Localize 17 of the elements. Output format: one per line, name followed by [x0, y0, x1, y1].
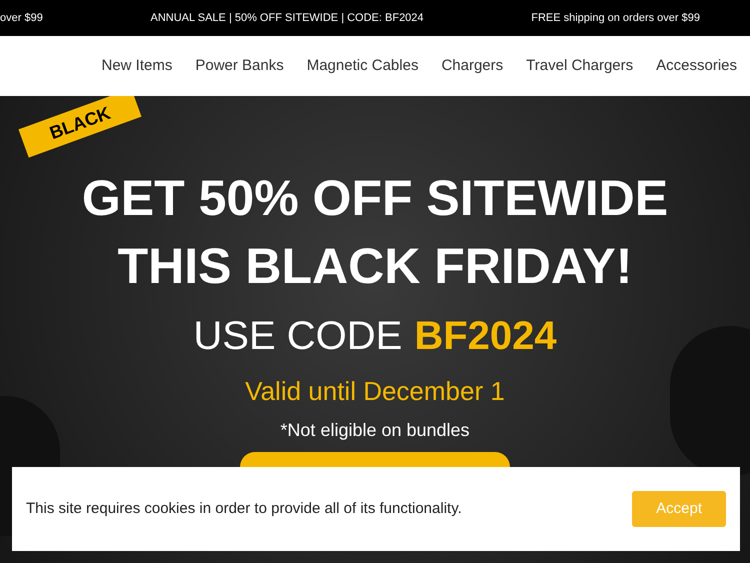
nav-link[interactable]: Magnetic Cables	[306, 54, 418, 78]
headline: THIS BLACK FRIDAY!	[118, 237, 632, 296]
nav-link[interactable]: Travel Chargers	[526, 54, 634, 78]
nav-link[interactable]: Power Banks	[195, 54, 284, 78]
cookie-message: This site requires cookies in order to provide all of its functionality.	[26, 498, 462, 519]
announcement-text: FREE shipping on orders over $99	[531, 10, 700, 26]
shop-button[interactable]	[240, 452, 510, 467]
nav-link[interactable]: Chargers	[441, 54, 504, 78]
validity-text: Valid until December 1	[245, 375, 505, 408]
code-label: USE CODE	[193, 313, 402, 360]
nav-link[interactable]: Accessories	[656, 54, 737, 78]
announcement-text: over $99	[0, 10, 43, 26]
promo-code: BF2024	[414, 313, 557, 360]
note-text: *Not eligible on bundles	[280, 419, 470, 442]
nav-link[interactable]: New Items	[101, 54, 172, 78]
headline: GET 50% OFF SITEWIDE	[82, 169, 668, 228]
announcement-text: ANNUAL SALE | 50% OFF SITEWIDE | CODE: BF2024	[150, 10, 424, 26]
